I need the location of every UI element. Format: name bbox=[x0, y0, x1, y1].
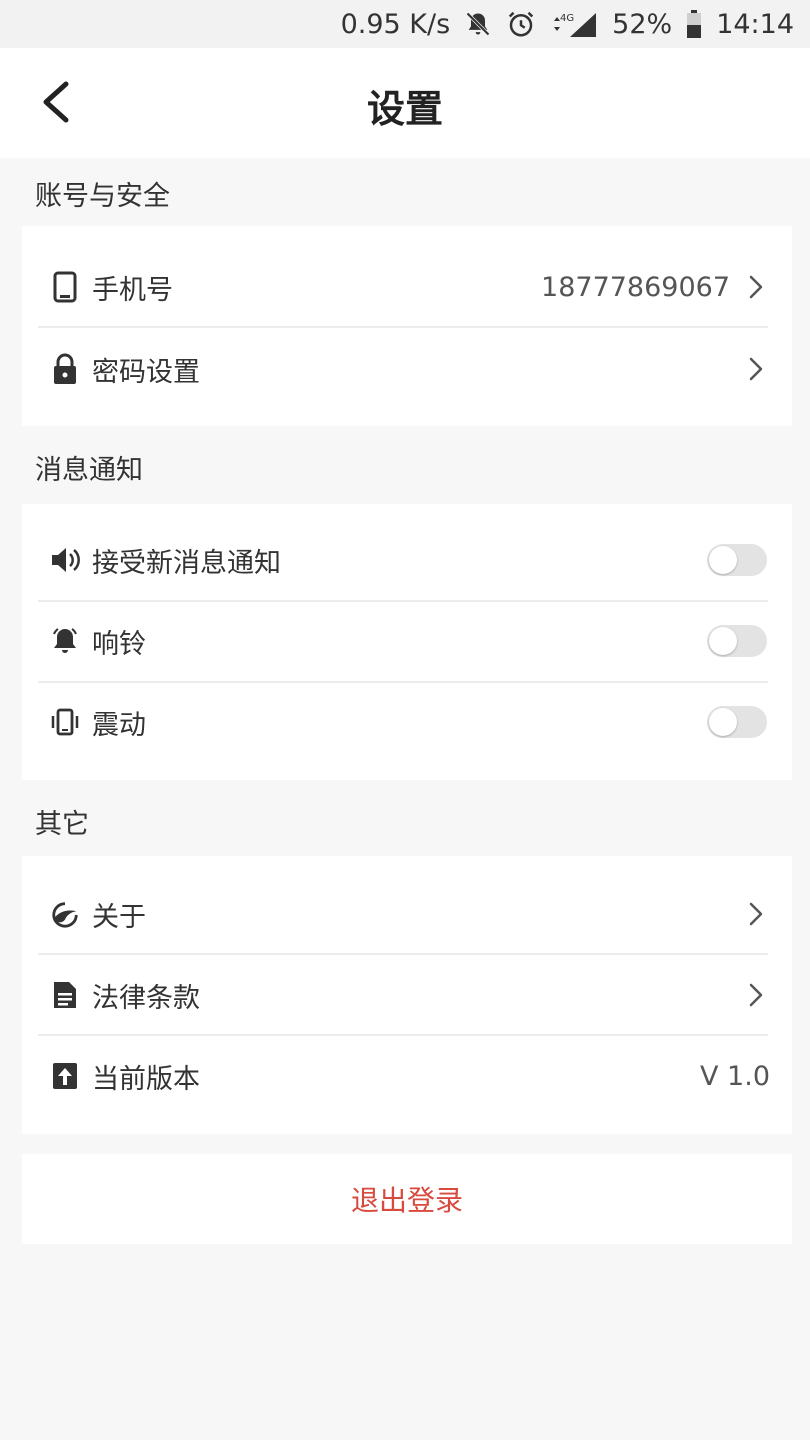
password-row[interactable]: 密码设置 bbox=[22, 328, 792, 410]
ring-toggle[interactable] bbox=[707, 625, 767, 657]
phone-icon bbox=[50, 271, 80, 303]
new-message-toggle[interactable] bbox=[707, 544, 767, 576]
phone-label: 手机号 bbox=[92, 274, 173, 306]
status-bar: 0.95 K/s 4G 52% 14:14 bbox=[0, 0, 810, 48]
legal-label: 法律条款 bbox=[92, 982, 200, 1014]
phone-row[interactable]: 手机号 18777869067 bbox=[22, 246, 792, 328]
chevron-right-icon bbox=[746, 274, 766, 300]
bell-off-icon bbox=[464, 10, 492, 38]
section-title-other: 其它 bbox=[35, 809, 89, 840]
phone-value: 18777869067 bbox=[541, 271, 730, 303]
nav-bar: 设置 bbox=[0, 48, 810, 158]
version-value: V 1.0 bbox=[700, 1060, 770, 1092]
speaker-icon bbox=[50, 544, 80, 576]
version-row: 当前版本 V 1.0 bbox=[22, 1035, 792, 1117]
other-card: 关于 法律条款 当前版本 V 1.0 bbox=[22, 856, 792, 1134]
battery-icon bbox=[686, 10, 702, 38]
notify-card: 接受新消息通知 响铃 震动 bbox=[22, 504, 792, 780]
bell-icon bbox=[50, 625, 80, 657]
signal-4g-icon: 4G bbox=[550, 9, 598, 39]
ring-row: 响铃 bbox=[22, 600, 792, 682]
chevron-right-icon bbox=[746, 901, 766, 927]
clock-time: 14:14 bbox=[716, 8, 794, 40]
toggle-knob bbox=[709, 546, 737, 574]
toggle-knob bbox=[709, 708, 737, 736]
logout-label: 退出登录 bbox=[350, 1184, 463, 1217]
about-row[interactable]: 关于 bbox=[22, 873, 792, 955]
upload-icon bbox=[50, 1060, 80, 1092]
vibrate-label: 震动 bbox=[92, 709, 146, 741]
document-icon bbox=[50, 979, 80, 1011]
app-logo-icon bbox=[50, 898, 80, 930]
version-label: 当前版本 bbox=[92, 1063, 200, 1095]
about-label: 关于 bbox=[92, 901, 146, 933]
lock-icon bbox=[50, 353, 80, 385]
vibrate-icon bbox=[50, 706, 80, 738]
ring-label: 响铃 bbox=[92, 628, 146, 660]
page-title: 设置 bbox=[366, 87, 443, 131]
legal-row[interactable]: 法律条款 bbox=[22, 954, 792, 1036]
toggle-knob bbox=[709, 627, 737, 655]
chevron-right-icon bbox=[746, 982, 766, 1008]
new-message-label: 接受新消息通知 bbox=[92, 547, 281, 579]
vibrate-toggle[interactable] bbox=[707, 706, 767, 738]
battery-percent: 52% bbox=[612, 8, 673, 40]
logout-button[interactable]: 退出登录 bbox=[22, 1154, 792, 1244]
section-title-account: 账号与安全 bbox=[35, 181, 170, 212]
vibrate-row: 震动 bbox=[22, 681, 792, 763]
new-message-row: 接受新消息通知 bbox=[22, 519, 792, 601]
svg-text:4G: 4G bbox=[560, 13, 574, 24]
section-title-notify: 消息通知 bbox=[35, 455, 143, 486]
account-card: 手机号 18777869067 密码设置 bbox=[22, 226, 792, 426]
chevron-right-icon bbox=[746, 356, 766, 382]
password-label: 密码设置 bbox=[92, 356, 200, 388]
network-speed: 0.95 K/s bbox=[340, 8, 451, 40]
alarm-icon bbox=[506, 9, 536, 39]
